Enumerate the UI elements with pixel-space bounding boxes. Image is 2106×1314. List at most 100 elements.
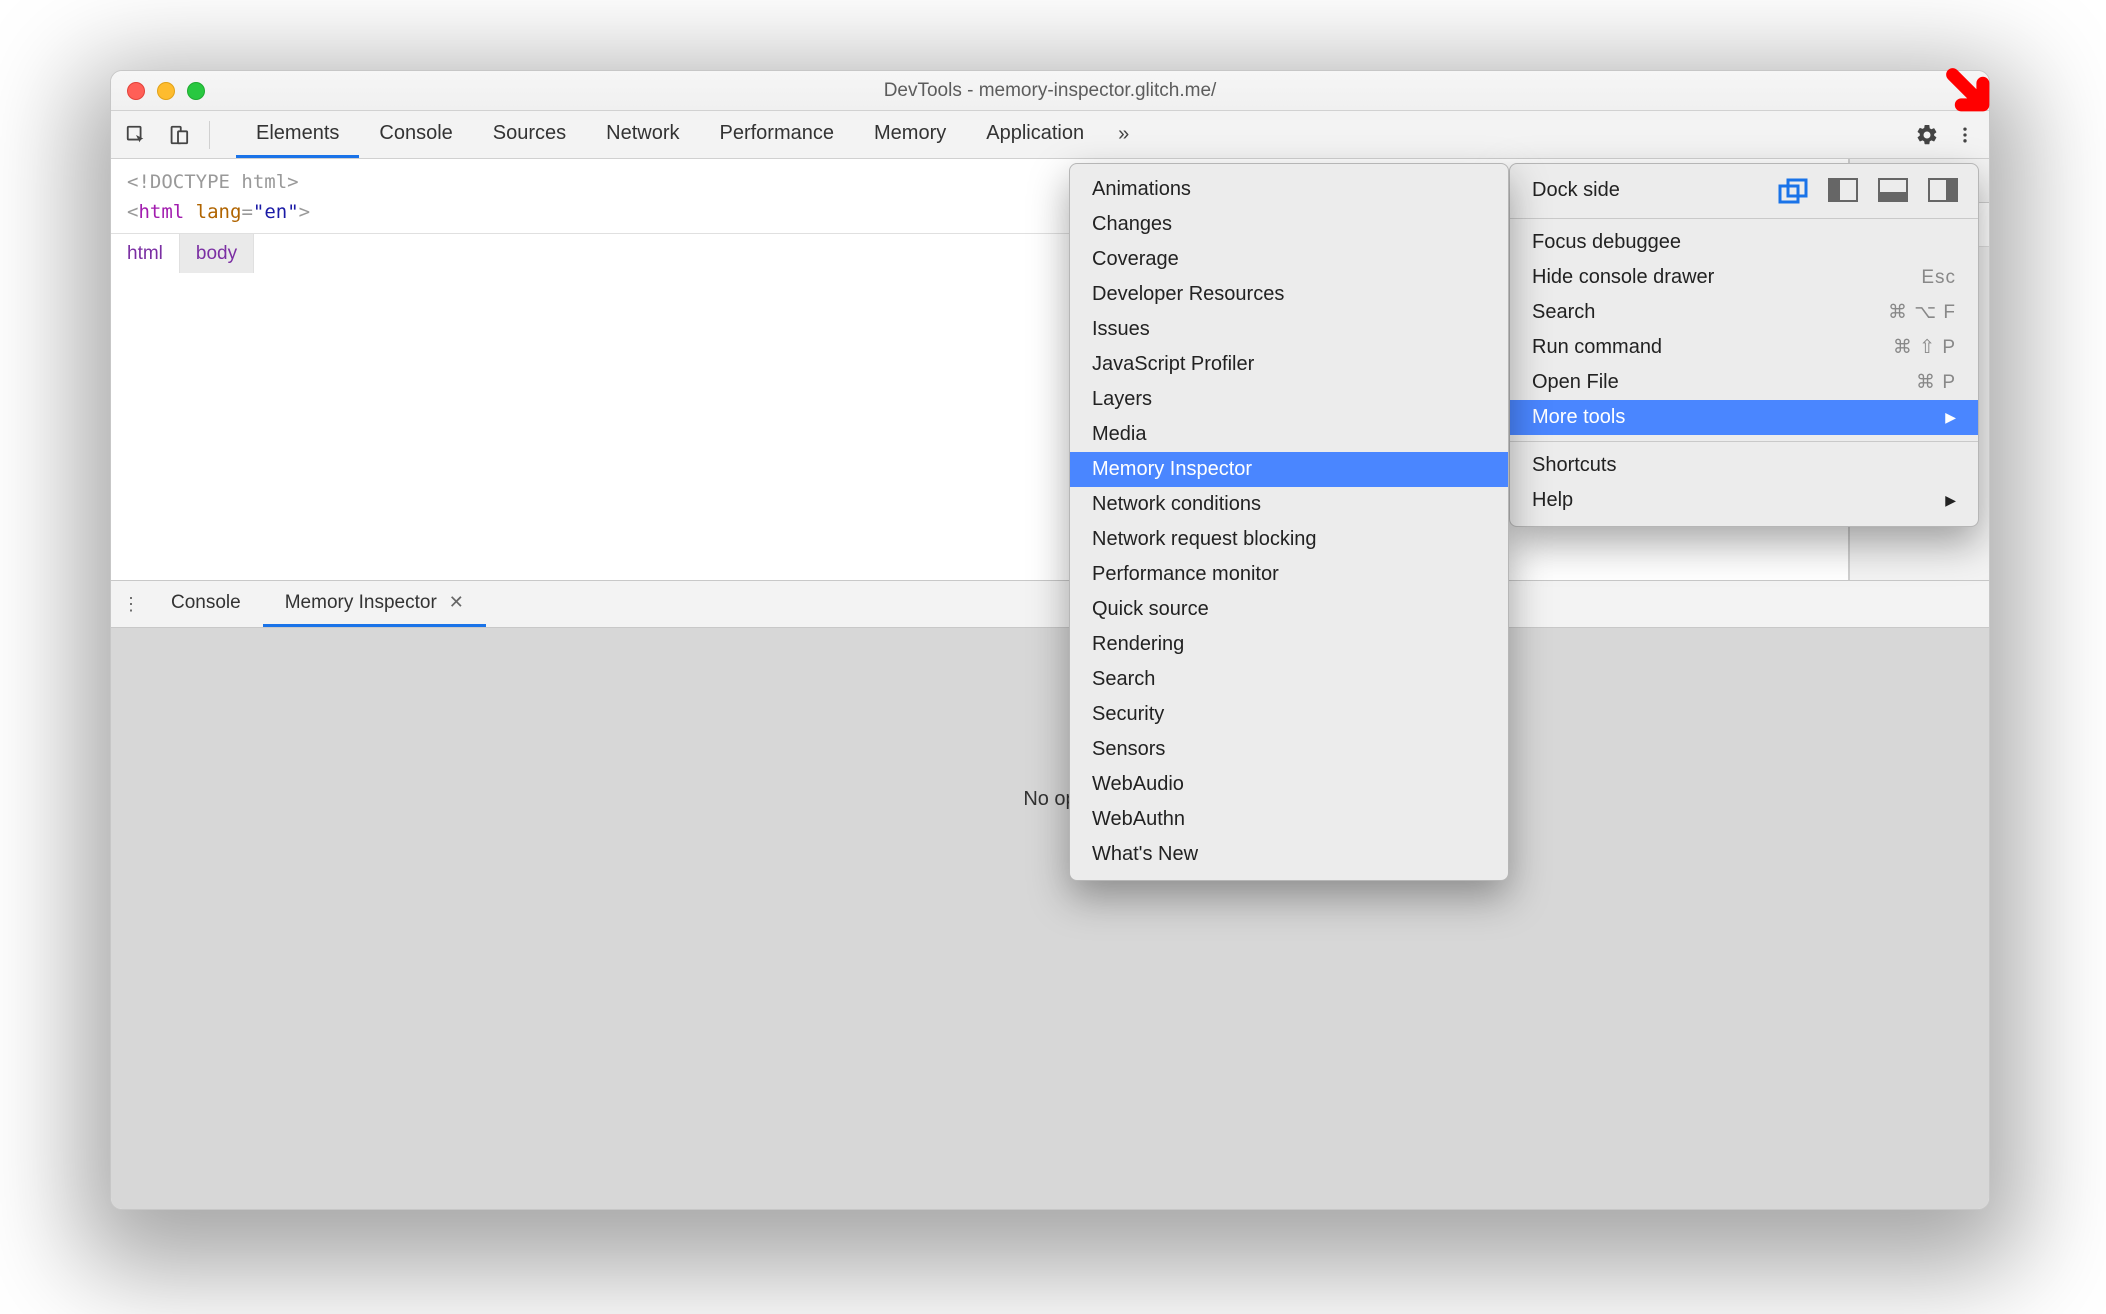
menu-item-label: Open File <box>1532 371 1619 394</box>
dock-right-icon[interactable] <box>1928 178 1958 202</box>
tabs-overflow-icon[interactable]: » <box>1104 123 1143 146</box>
more-tools-item[interactable]: Media <box>1070 417 1508 452</box>
menu-help[interactable]: Help ▶ <box>1510 483 1978 518</box>
menu-item-label: Help <box>1532 489 1573 512</box>
menu-item-label: Network request blocking <box>1092 528 1317 551</box>
tab-sources[interactable]: Sources <box>473 111 586 158</box>
close-drawer-tab-icon[interactable]: ✕ <box>449 592 464 613</box>
more-tools-item[interactable]: Coverage <box>1070 242 1508 277</box>
settings-gear-icon[interactable] <box>1911 119 1943 151</box>
dock-side-row: Dock side <box>1510 172 1978 212</box>
more-tools-item[interactable]: WebAuthn <box>1070 802 1508 837</box>
menu-item-label: More tools <box>1532 406 1625 429</box>
tab-performance[interactable]: Performance <box>700 111 855 158</box>
window-title: DevTools - memory-inspector.glitch.me/ <box>111 80 1989 102</box>
drawer-menu-kebab-icon[interactable]: ⋮ <box>119 594 143 615</box>
menu-item-label: Quick source <box>1092 598 1209 621</box>
menu-focus-debuggee[interactable]: Focus debuggee <box>1510 225 1978 260</box>
menu-item-label: JavaScript Profiler <box>1092 353 1254 376</box>
menu-item-label: What's New <box>1092 843 1198 866</box>
menu-run-command[interactable]: Run command ⌘ ⇧ P <box>1510 330 1978 365</box>
menu-item-label: Search <box>1092 668 1155 691</box>
submenu-arrow-icon: ▶ <box>1945 492 1956 509</box>
dock-undock-icon[interactable] <box>1778 178 1808 202</box>
tab-elements[interactable]: Elements <box>236 111 359 158</box>
main-menu-popup: Dock side Focus debuggee Hide console dr… <box>1509 163 1979 527</box>
dom-doctype: <!DOCTYPE html> <box>127 171 299 193</box>
more-tools-item[interactable]: Performance monitor <box>1070 557 1508 592</box>
breadcrumb-body[interactable]: body <box>180 234 254 273</box>
dock-left-icon[interactable] <box>1828 178 1858 202</box>
more-tools-item[interactable]: Search <box>1070 662 1508 697</box>
menu-hide-console-drawer[interactable]: Hide console drawer Esc <box>1510 260 1978 295</box>
menu-item-label: Security <box>1092 703 1164 726</box>
tab-application[interactable]: Application <box>966 111 1104 158</box>
menu-item-label: Sensors <box>1092 738 1165 761</box>
dock-bottom-icon[interactable] <box>1878 178 1908 202</box>
menu-item-label: Media <box>1092 423 1146 446</box>
more-tools-item[interactable]: Issues <box>1070 312 1508 347</box>
menu-item-label: Shortcuts <box>1532 454 1616 477</box>
devtools-window: DevTools - memory-inspector.glitch.me/ E… <box>110 70 1990 1210</box>
menu-item-label: Network conditions <box>1092 493 1261 516</box>
menu-item-label: Search <box>1532 301 1595 324</box>
more-tools-item[interactable]: Sensors <box>1070 732 1508 767</box>
menu-separator <box>1510 441 1978 442</box>
more-tools-item[interactable]: Rendering <box>1070 627 1508 662</box>
tab-console[interactable]: Console <box>359 111 472 158</box>
tab-network[interactable]: Network <box>586 111 699 158</box>
menu-item-label: Memory Inspector <box>1092 458 1252 481</box>
toolbar-divider <box>209 121 210 149</box>
menu-item-label: Animations <box>1092 178 1191 201</box>
menu-shortcut: ⌘ ⌥ F <box>1888 301 1956 324</box>
annotation-arrow-icon <box>1944 66 1998 120</box>
dom-tag-html: html <box>138 201 184 223</box>
drawer-tab-console[interactable]: Console <box>149 581 263 627</box>
more-tools-item[interactable]: Layers <box>1070 382 1508 417</box>
menu-item-label: Layers <box>1092 388 1152 411</box>
more-tools-item[interactable]: Quick source <box>1070 592 1508 627</box>
breadcrumb-html[interactable]: html <box>111 234 180 273</box>
devtools-toolbar: Elements Console Sources Network Perform… <box>111 111 1989 159</box>
more-tools-item[interactable]: Network request blocking <box>1070 522 1508 557</box>
drawer-tab-memory-inspector[interactable]: Memory Inspector ✕ <box>263 581 486 627</box>
more-tools-item[interactable]: What's New <box>1070 837 1508 872</box>
more-tools-item[interactable]: Network conditions <box>1070 487 1508 522</box>
menu-shortcut: Esc <box>1921 267 1956 289</box>
menu-separator <box>1510 218 1978 219</box>
menu-shortcut: ⌘ P <box>1916 371 1956 394</box>
menu-item-label: Run command <box>1532 336 1662 359</box>
drawer-tab-label: Memory Inspector <box>285 592 437 614</box>
more-tools-item[interactable]: Memory Inspector <box>1070 452 1508 487</box>
menu-shortcuts[interactable]: Shortcuts <box>1510 448 1978 483</box>
menu-item-label: Changes <box>1092 213 1172 236</box>
main-menu-kebab-icon[interactable] <box>1949 119 1981 151</box>
dom-attr-value: "en" <box>253 201 299 223</box>
menu-shortcut: ⌘ ⇧ P <box>1893 336 1956 359</box>
menu-item-label: Developer Resources <box>1092 283 1284 306</box>
menu-search[interactable]: Search ⌘ ⌥ F <box>1510 295 1978 330</box>
menu-item-label: Focus debuggee <box>1532 231 1681 254</box>
dom-attr-lang: lang <box>196 201 242 223</box>
more-tools-item[interactable]: Animations <box>1070 172 1508 207</box>
more-tools-item[interactable]: Security <box>1070 697 1508 732</box>
more-tools-submenu: Animations Changes Coverage Developer Resou… <box>1069 163 1509 881</box>
menu-item-label: Coverage <box>1092 248 1179 271</box>
more-tools-item[interactable]: Changes <box>1070 207 1508 242</box>
dock-side-label: Dock side <box>1532 179 1620 202</box>
menu-open-file[interactable]: Open File ⌘ P <box>1510 365 1978 400</box>
menu-item-label: Rendering <box>1092 633 1184 656</box>
devtools-tab-strip: Elements Console Sources Network Perform… <box>236 111 1143 158</box>
inspect-element-icon[interactable] <box>119 118 153 152</box>
more-tools-item[interactable]: JavaScript Profiler <box>1070 347 1508 382</box>
menu-item-label: Performance monitor <box>1092 563 1279 586</box>
window-titlebar: DevTools - memory-inspector.glitch.me/ <box>111 71 1989 111</box>
submenu-arrow-icon: ▶ <box>1945 409 1956 426</box>
device-toolbar-icon[interactable] <box>161 118 195 152</box>
menu-more-tools[interactable]: More tools ▶ <box>1510 400 1978 435</box>
tab-memory[interactable]: Memory <box>854 111 966 158</box>
more-tools-item[interactable]: Developer Resources <box>1070 277 1508 312</box>
more-tools-item[interactable]: WebAudio <box>1070 767 1508 802</box>
drawer-header: ⋮ Console Memory Inspector ✕ <box>111 580 1989 628</box>
menu-item-label: Issues <box>1092 318 1150 341</box>
